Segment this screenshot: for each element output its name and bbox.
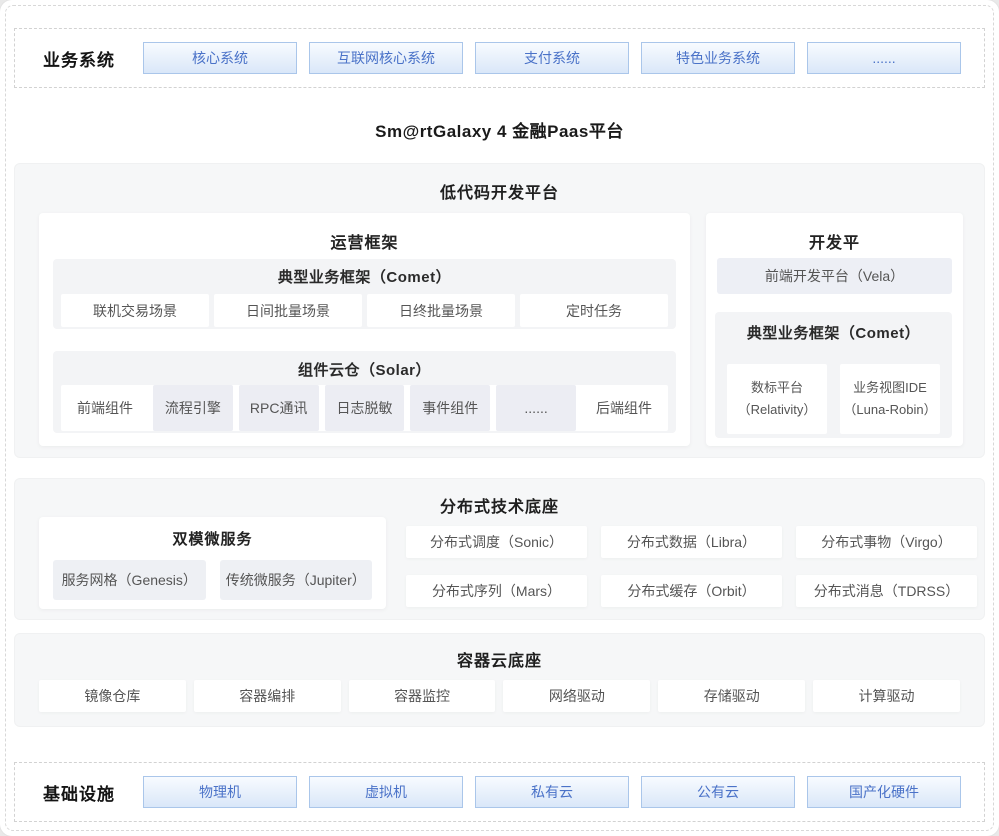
dev-platform-title: 开发平 (706, 213, 963, 253)
container-cloud-items: 镜像仓库 容器编排 容器监控 网络驱动 存储驱动 计算驱动 (39, 680, 960, 712)
relativity-name: 数标平台 (751, 377, 803, 399)
business-systems-label: 业务系统 (15, 46, 143, 71)
chip-payment-system: 支付系统 (475, 42, 629, 74)
dev-comet-title: 典型业务框架（Comet） (715, 312, 952, 343)
dev-platform-panel: 开发平 前端开发平台（Vela） 典型业务框架（Comet） 数标平台 （Rel… (706, 213, 963, 446)
chip-internet-core-system: 互联网核心系统 (309, 42, 463, 74)
architecture-diagram: 业务系统 核心系统 互联网核心系统 支付系统 特色业务系统 ...... Sm@… (0, 0, 999, 836)
item-storage-driver: 存储驱动 (658, 680, 805, 712)
chip-more-systems: ...... (807, 42, 961, 74)
item-distributed-data-libra: 分布式数据（Libra） (601, 526, 782, 558)
item-compute-driver: 计算驱动 (813, 680, 960, 712)
low-code-platform-section: 低代码开发平台 运营框架 典型业务框架（Comet） 联机交易场景 日间批量场景… (14, 163, 985, 458)
item-container-monitoring: 容器监控 (349, 680, 496, 712)
operation-framework-title: 运营框架 (39, 213, 690, 253)
solar-component-panel: 组件云仓（Solar） 前端组件 流程引擎 RPC通讯 日志脱敏 事件组件 ..… (53, 351, 676, 433)
solar-chips: 流程引擎 RPC通讯 日志脱敏 事件组件 ...... (149, 385, 580, 431)
chip-frontend-dev-platform-vela: 前端开发平台（Vela） (717, 258, 952, 294)
infrastructure-label: 基础设施 (15, 780, 143, 805)
item-scheduled-tasks: 定时任务 (520, 294, 668, 327)
item-distributed-messaging-tdrss: 分布式消息（TDRSS） (796, 575, 977, 607)
item-online-trading: 联机交易场景 (61, 294, 209, 327)
chip-service-mesh-genesis: 服务网格（Genesis） (53, 560, 206, 600)
item-distributed-transaction-virgo: 分布式事物（Virgo） (796, 526, 977, 558)
chip-rpc-communication: RPC通讯 (239, 385, 319, 431)
item-distributed-scheduling-sonic: 分布式调度（Sonic） (406, 526, 587, 558)
comet-framework-title: 典型业务框架（Comet） (53, 259, 676, 287)
distributed-base-section: 分布式技术底座 双模微服务 服务网格（Genesis） 传统微服务（Jupite… (14, 478, 985, 620)
chip-core-system: 核心系统 (143, 42, 297, 74)
chip-traditional-microservices-jupiter: 传统微服务（Jupiter） (220, 560, 373, 600)
solar-component-bar: 前端组件 流程引擎 RPC通讯 日志脱敏 事件组件 ...... 后端组件 (61, 385, 668, 431)
chip-more-components: ...... (496, 385, 576, 431)
chip-private-cloud: 私有云 (475, 776, 629, 808)
item-distributed-sequence-mars: 分布式序列（Mars） (406, 575, 587, 607)
item-network-driver: 网络驱动 (503, 680, 650, 712)
item-backend-components: 后端组件 (580, 385, 668, 431)
dual-mode-title: 双模微服务 (39, 517, 386, 549)
chip-virtual-machine: 虚拟机 (309, 776, 463, 808)
infrastructure-band: 基础设施 物理机 虚拟机 私有云 公有云 国产化硬件 (14, 762, 985, 822)
dual-mode-microservices-panel: 双模微服务 服务网格（Genesis） 传统微服务（Jupiter） (39, 517, 386, 609)
chip-domestic-hardware: 国产化硬件 (807, 776, 961, 808)
platform-title: Sm@rtGalaxy 4 金融Paas平台 (0, 117, 999, 142)
business-systems-band: 业务系统 核心系统 互联网核心系统 支付系统 特色业务系统 ...... (14, 28, 985, 88)
distributed-base-title: 分布式技术底座 (15, 479, 984, 517)
item-luna-robin-ide: 业务视图IDE （Luna-Robin） (840, 364, 940, 434)
chip-special-business-system: 特色业务系统 (641, 42, 795, 74)
dual-mode-chips: 服务网格（Genesis） 传统微服务（Jupiter） (39, 549, 386, 600)
solar-component-title: 组件云仓（Solar） (53, 351, 676, 380)
item-distributed-cache-orbit: 分布式缓存（Orbit） (601, 575, 782, 607)
item-daytime-batch: 日间批量场景 (214, 294, 362, 327)
dev-comet-items: 数标平台 （Relativity） 业务视图IDE （Luna-Robin） (715, 343, 952, 434)
operation-framework-panel: 运营框架 典型业务框架（Comet） 联机交易场景 日间批量场景 日终批量场景 … (39, 213, 690, 446)
item-frontend-components: 前端组件 (61, 385, 149, 431)
chip-process-engine: 流程引擎 (153, 385, 233, 431)
container-cloud-title: 容器云底座 (15, 634, 984, 671)
luna-robin-code: （Luna-Robin） (843, 399, 936, 421)
relativity-code: （Relativity） (738, 399, 817, 421)
item-eod-batch: 日终批量场景 (367, 294, 515, 327)
dev-comet-panel: 典型业务框架（Comet） 数标平台 （Relativity） 业务视图IDE … (715, 312, 952, 438)
chip-log-masking: 日志脱敏 (325, 385, 405, 431)
comet-framework-items: 联机交易场景 日间批量场景 日终批量场景 定时任务 (53, 287, 676, 327)
container-cloud-section: 容器云底座 镜像仓库 容器编排 容器监控 网络驱动 存储驱动 计算驱动 (14, 633, 985, 727)
luna-robin-name: 业务视图IDE (853, 377, 927, 399)
chip-event-components: 事件组件 (410, 385, 490, 431)
item-container-orchestration: 容器编排 (194, 680, 341, 712)
item-image-registry: 镜像仓库 (39, 680, 186, 712)
item-relativity-platform: 数标平台 （Relativity） (727, 364, 827, 434)
distributed-services-grid: 分布式调度（Sonic） 分布式数据（Libra） 分布式事物（Virgo） 分… (406, 526, 977, 607)
comet-framework-panel: 典型业务框架（Comet） 联机交易场景 日间批量场景 日终批量场景 定时任务 (53, 259, 676, 329)
business-systems-chips: 核心系统 互联网核心系统 支付系统 特色业务系统 ...... (143, 42, 961, 74)
infrastructure-chips: 物理机 虚拟机 私有云 公有云 国产化硬件 (143, 776, 961, 808)
chip-physical-machine: 物理机 (143, 776, 297, 808)
low-code-platform-title: 低代码开发平台 (15, 164, 984, 203)
chip-public-cloud: 公有云 (641, 776, 795, 808)
